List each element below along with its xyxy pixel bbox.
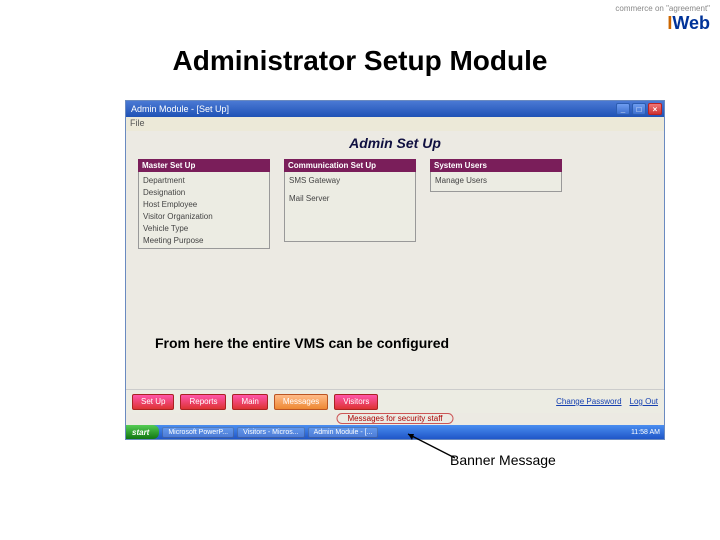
setup-link-vehicle-type[interactable]: Vehicle Type [143, 222, 265, 234]
column-header: Master Set Up [138, 159, 270, 172]
setup-link-manage-users[interactable]: Manage Users [435, 174, 557, 186]
column-body: Manage Users [430, 172, 562, 192]
tab-reports[interactable]: Reports [180, 394, 226, 410]
column-header: Communication Set Up [284, 159, 416, 172]
column-body: Department Designation Host Employee Vis… [138, 172, 270, 249]
logo: commerce on "agreement" IWeb [615, 5, 710, 34]
annotation-label: Banner Message [450, 452, 556, 468]
taskbar-app[interactable]: Admin Module - [... [308, 427, 379, 438]
setup-columns: Master Set Up Department Designation Hos… [126, 153, 664, 249]
taskbar-app[interactable]: Visitors - Micros... [237, 427, 305, 438]
window-title: Admin Module - [Set Up] [128, 104, 229, 114]
taskbar: start Microsoft PowerP... Visitors - Mic… [126, 425, 664, 439]
system-tray[interactable]: 11:58 AM [631, 429, 664, 436]
slide-title: Administrator Setup Module [173, 45, 548, 77]
setup-link-designation[interactable]: Designation [143, 186, 265, 198]
tab-setup[interactable]: Set Up [132, 394, 174, 410]
column-system-users: System Users Manage Users [430, 159, 562, 249]
bottom-tabs: Set Up Reports Main Messages Visitors Ch… [126, 389, 664, 413]
column-master: Master Set Up Department Designation Hos… [138, 159, 270, 249]
column-body: SMS Gateway Mail Server [284, 172, 416, 242]
app-window: Admin Module - [Set Up] _ □ × File Admin… [125, 100, 665, 440]
tab-main[interactable]: Main [232, 394, 267, 410]
change-password-link[interactable]: Change Password [556, 397, 621, 406]
setup-link-mail-server[interactable]: Mail Server [289, 192, 411, 204]
banner-message: Messages for security staff [337, 413, 454, 424]
setup-link-host-employee[interactable]: Host Employee [143, 198, 265, 210]
maximize-button[interactable]: □ [632, 103, 646, 115]
logout-link[interactable]: Log Out [630, 397, 658, 406]
tab-messages[interactable]: Messages [274, 394, 328, 410]
logo-brand: IWeb [615, 14, 710, 34]
setup-link-department[interactable]: Department [143, 174, 265, 186]
column-communication: Communication Set Up SMS Gateway Mail Se… [284, 159, 416, 249]
setup-link-meeting-purpose[interactable]: Meeting Purpose [143, 234, 265, 246]
menubar[interactable]: File [126, 117, 664, 131]
setup-link-visitor-org[interactable]: Visitor Organization [143, 210, 265, 222]
tab-links: Change Password Log Out [556, 397, 658, 406]
minimize-button[interactable]: _ [616, 103, 630, 115]
column-header: System Users [430, 159, 562, 172]
start-button[interactable]: start [126, 425, 159, 439]
close-button[interactable]: × [648, 103, 662, 115]
taskbar-app[interactable]: Microsoft PowerP... [162, 427, 234, 438]
window-controls: _ □ × [616, 103, 662, 115]
titlebar[interactable]: Admin Module - [Set Up] _ □ × [126, 101, 664, 117]
page-heading: Admin Set Up [126, 131, 664, 153]
tab-visitors[interactable]: Visitors [334, 394, 378, 410]
slide-caption: From here the entire VMS can be configur… [155, 335, 449, 351]
setup-link-sms-gateway[interactable]: SMS Gateway [289, 174, 411, 186]
